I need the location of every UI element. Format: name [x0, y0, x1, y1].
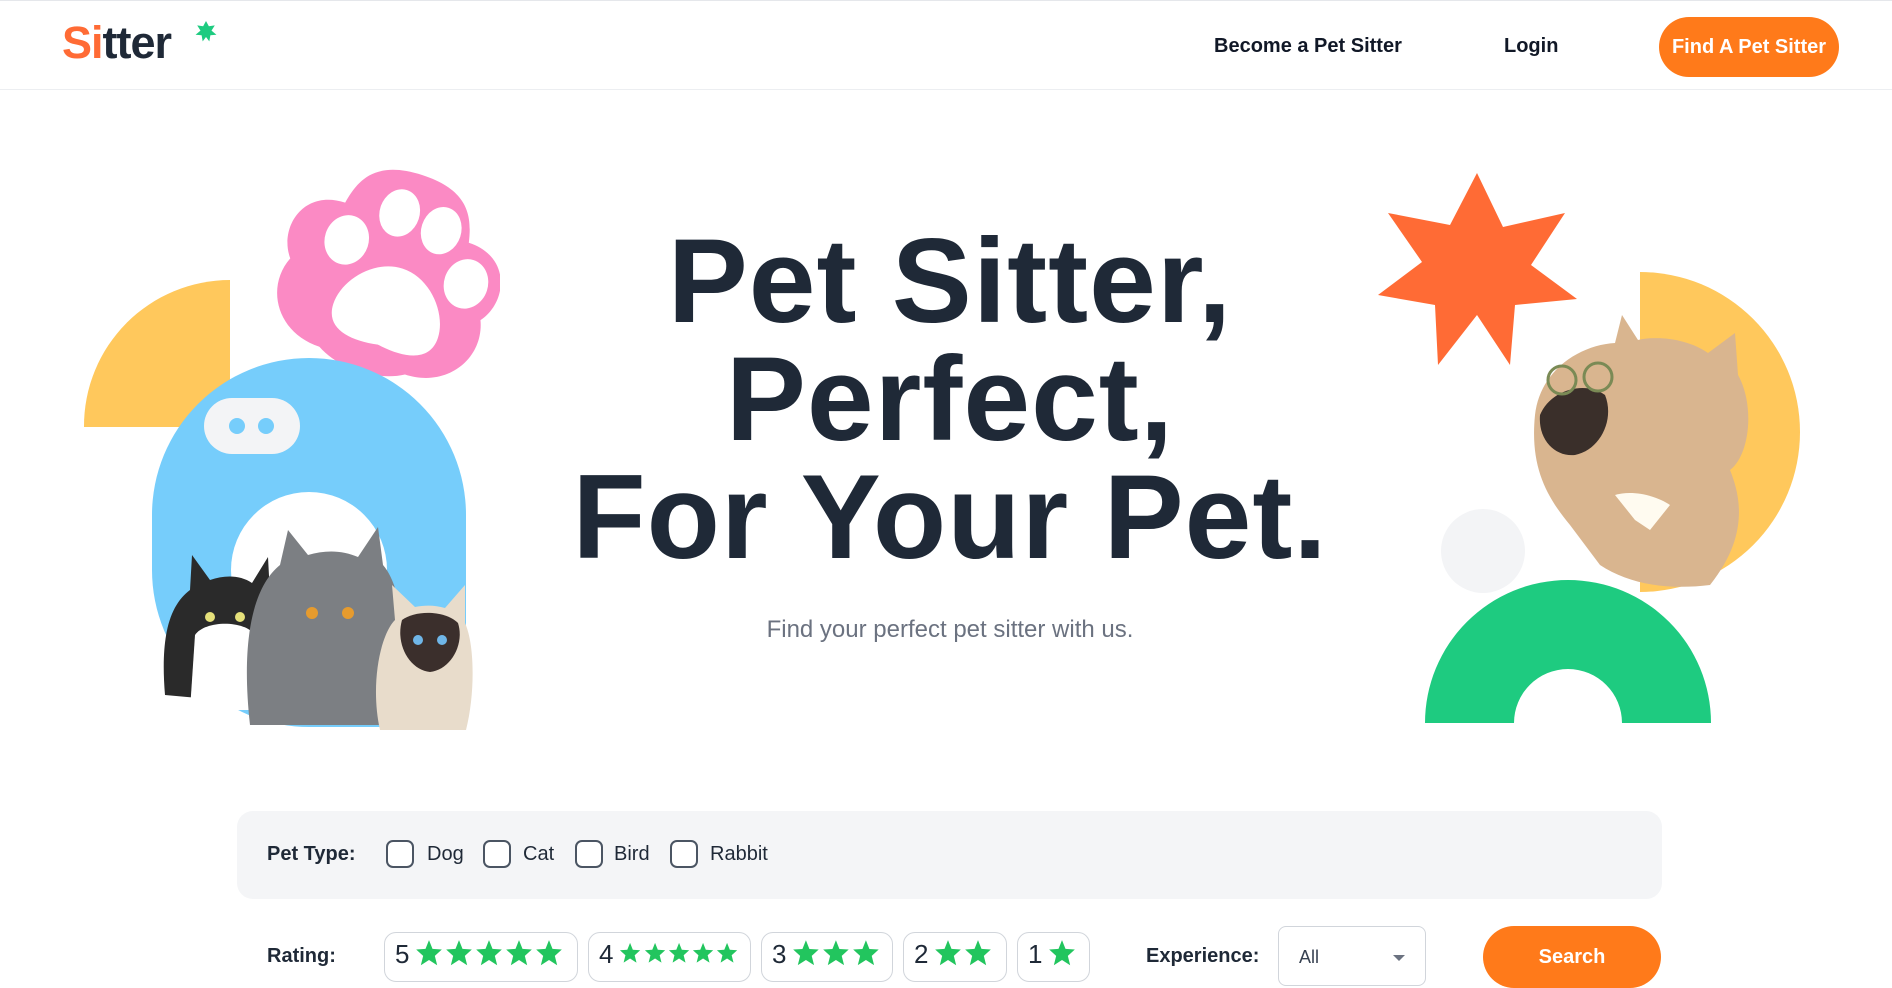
dog-checkbox-label: Dog: [427, 843, 464, 865]
rating-value: 5: [395, 939, 410, 969]
bird-checkbox[interactable]: [575, 840, 603, 868]
star-icon: [935, 940, 962, 966]
become-pet-sitter-link[interactable]: Become a Pet Sitter: [1214, 35, 1402, 58]
experience-selected-value: All: [1299, 947, 1320, 967]
hero-title: Pet Sitter, Perfect, For Your Pet.: [480, 214, 1420, 584]
find-pet-sitter-button[interactable]: Find A Pet Sitter: [1659, 17, 1839, 77]
rating-value: 4: [599, 939, 614, 969]
rating-5-option[interactable]: 5: [384, 932, 578, 982]
star-icon: [716, 942, 738, 963]
right-decoration-group: [1378, 173, 1800, 723]
star-icon: [793, 940, 820, 966]
rating-label: Rating:: [267, 945, 336, 967]
speech-bubble-shape: [204, 398, 300, 454]
hero-title-line: For Your Pet.: [572, 450, 1328, 584]
star-icon: [644, 942, 665, 963]
star-icon: [668, 942, 689, 963]
star-icon: [416, 940, 443, 966]
left-decoration-group: [83, 169, 500, 730]
rabbit-checkbox[interactable]: [670, 840, 698, 868]
bird-checkbox-label: Bird: [614, 843, 650, 865]
star-icon: [965, 940, 992, 966]
hero-title-line: Perfect,: [725, 332, 1175, 466]
hero-subtitle: Find your perfect pet sitter with us.: [766, 616, 1134, 643]
star-icon: [620, 942, 641, 963]
logo-star-icon: [195, 21, 217, 42]
rating-1-option[interactable]: 1: [1017, 932, 1090, 982]
rating-value: 3: [772, 939, 787, 969]
dog-illustration: [1534, 315, 1749, 587]
search-button[interactable]: Search: [1483, 926, 1661, 988]
star-icon: [692, 942, 713, 963]
login-link[interactable]: Login: [1504, 35, 1558, 58]
logo-accent-text: Si: [62, 17, 104, 68]
rating-value: 2: [914, 939, 929, 969]
star-icon: [476, 940, 503, 966]
star-icon: [536, 940, 563, 966]
star-icon: [446, 940, 473, 966]
rabbit-checkbox-label: Rabbit: [710, 843, 768, 865]
dog-checkbox[interactable]: [386, 840, 414, 868]
logo[interactable]: Sitter: [62, 17, 173, 69]
star-icon: [1049, 940, 1076, 966]
chevron-down-icon: [1393, 955, 1405, 961]
rating-2-option[interactable]: 2: [903, 932, 1007, 982]
rating-4-option[interactable]: 4: [588, 932, 751, 982]
rating-value: 1: [1028, 939, 1043, 969]
experience-select[interactable]: All: [1278, 926, 1426, 986]
green-arch-shape: [1425, 580, 1711, 723]
star-icon: [506, 940, 533, 966]
cat-checkbox-label: Cat: [523, 843, 555, 865]
experience-label: Experience:: [1146, 945, 1260, 967]
hero-title-line: Pet Sitter,: [667, 214, 1233, 348]
star-icon: [853, 940, 879, 966]
top-navbar: Sitter Become a Pet Sitter Login Find A …: [0, 0, 1892, 90]
logo-main-text: tter: [102, 17, 173, 68]
cat-checkbox[interactable]: [483, 840, 511, 868]
rating-3-option[interactable]: 3: [761, 932, 893, 982]
grey-circle-shape: [1441, 509, 1525, 593]
star-icon: [823, 940, 849, 966]
pet-type-label: Pet Type:: [267, 843, 356, 865]
